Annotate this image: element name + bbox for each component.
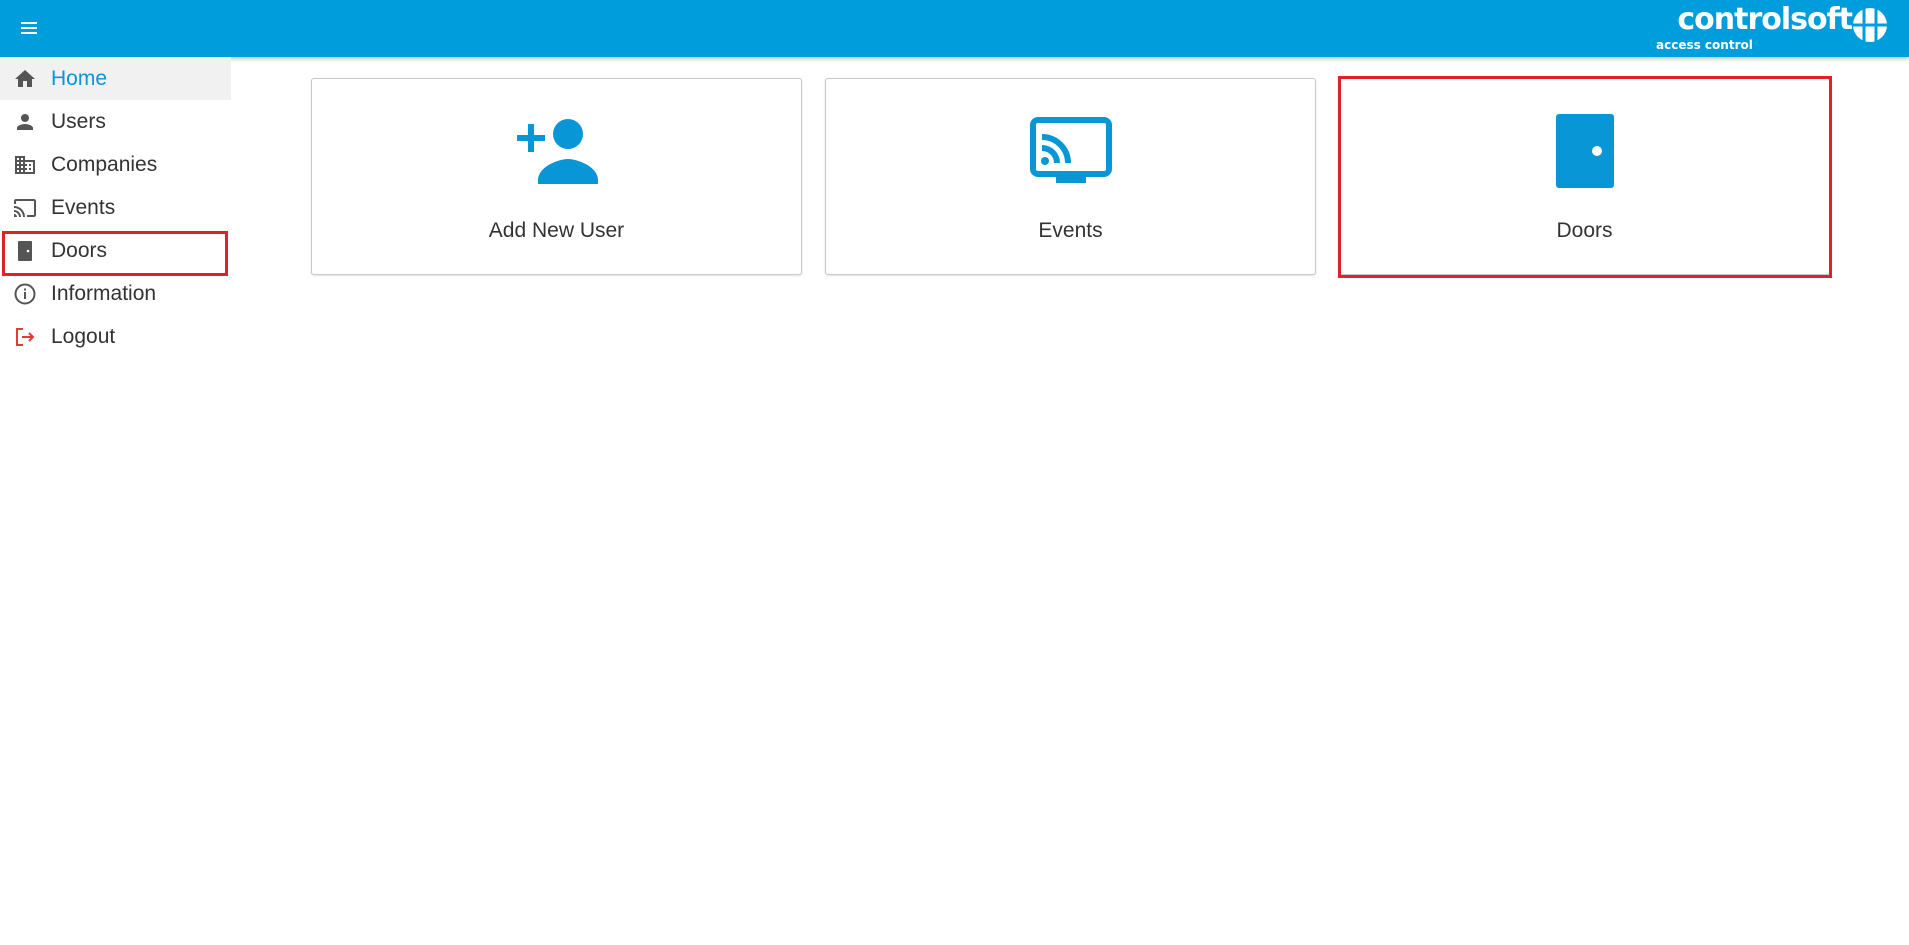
logo-wordmark: controlsoft [1677,2,1853,37]
person-icon [12,109,38,135]
sidebar-item-label: Events [51,195,116,219]
tile-label: Doors [1556,219,1613,242]
sidebar-item-logout[interactable]: Logout [0,315,231,358]
tile-add-new-user[interactable]: Add New User [311,78,802,275]
add-user-icon [512,113,602,189]
sidebar-item-label: Home [51,66,108,90]
tile-label: Events [1038,219,1103,242]
home-icon [12,66,38,92]
info-icon [12,281,38,307]
sidebar-item-information[interactable]: Information [0,272,231,315]
tile-doors[interactable]: Doors [1339,78,1830,275]
sidebar-item-doors[interactable]: Doors [0,229,231,272]
logo-registered-mark: ® [1841,8,1848,18]
controlsoft-grid-logo-icon [1852,7,1888,43]
tile-events[interactable]: Events [825,78,1316,275]
sidebar-item-label: Logout [51,324,116,348]
door-icon [1540,113,1630,189]
tile-label: Add New User [488,219,625,242]
sidebar-item-label: Information [51,281,157,305]
cast-icon [1026,113,1116,189]
sidebar-item-label: Companies [51,152,158,176]
hamburger-menu-icon[interactable] [18,18,42,38]
top-app-bar: controlsoft ® access control [0,0,1909,57]
sidebar-item-users[interactable]: Users [0,100,231,143]
logout-icon [12,324,38,350]
door-icon [12,238,38,264]
sidebar-item-companies[interactable]: Companies [0,143,231,186]
sidebar-item-label: Users [51,109,106,133]
sidebar-nav: Home Users Companies Events Doors Inform… [0,57,231,358]
cast-icon [12,195,38,221]
building-icon [12,152,38,178]
sidebar-item-events[interactable]: Events [0,186,231,229]
sidebar-item-label: Doors [51,238,108,262]
logo-tagline: access control [1656,38,1753,52]
sidebar-item-home[interactable]: Home [0,57,231,100]
